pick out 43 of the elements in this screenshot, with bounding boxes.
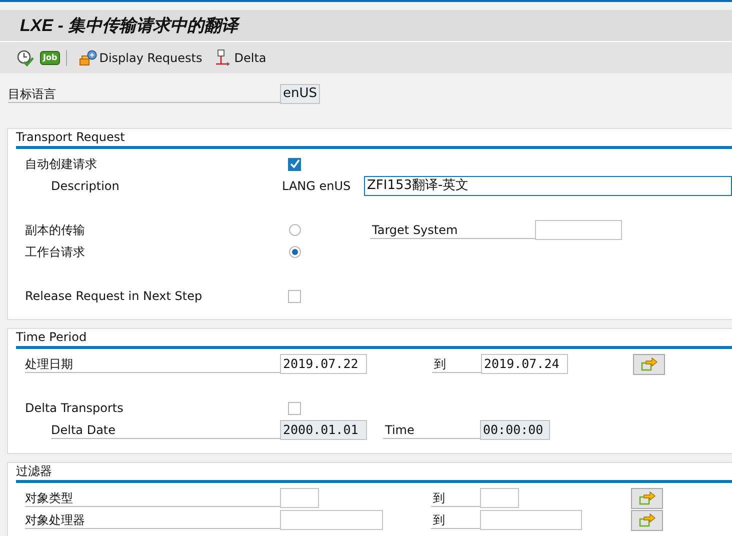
description-prefix: LANG enUS xyxy=(281,179,352,193)
section-title: 过滤器 xyxy=(16,463,732,483)
language-field[interactable]: enUS xyxy=(280,84,320,104)
section-title: Time Period xyxy=(16,329,732,349)
date-from-field[interactable]: 2019.07.22 xyxy=(280,354,367,374)
delta-button[interactable]: Delta xyxy=(212,46,268,68)
date-to-field[interactable]: 2019.07.24 xyxy=(481,354,568,374)
section-title: Transport Request xyxy=(16,129,732,149)
delta-date-field[interactable]: 2000.01.01 xyxy=(280,420,367,440)
arrow-icon xyxy=(640,357,658,371)
checkbox[interactable] xyxy=(288,158,301,170)
from-field[interactable] xyxy=(280,488,319,508)
display-requests-button[interactable]: Display Requests xyxy=(77,46,204,68)
to-field[interactable] xyxy=(480,510,582,530)
to-field[interactable] xyxy=(480,488,519,508)
target-system-field[interactable] xyxy=(535,220,622,240)
diagram-icon xyxy=(214,48,232,66)
window-title: LXE - 集中传输请求中的翻译 xyxy=(20,15,238,37)
checkbox[interactable] xyxy=(288,402,301,414)
field-label: 对象处理器 xyxy=(25,511,280,529)
field-label: 对象类型 xyxy=(25,489,280,507)
multiple-selection-button[interactable] xyxy=(631,510,663,530)
field-label: 目标语言 xyxy=(8,85,280,103)
from-field[interactable] xyxy=(280,510,383,530)
job-button[interactable]: Job xyxy=(40,50,60,64)
radio-button[interactable] xyxy=(289,224,301,236)
field-label: Description xyxy=(51,178,120,195)
radio-label: 工作台请求 xyxy=(25,244,86,261)
field-label: Delta Transports xyxy=(25,400,124,417)
field-label: 自动创建请求 xyxy=(25,156,98,173)
multiple-selection-button[interactable] xyxy=(633,354,665,374)
radio-label: 副本的传输 xyxy=(25,222,86,239)
folder-globe-icon xyxy=(79,50,98,66)
arrow-icon xyxy=(638,491,656,505)
field-label: Delta Date xyxy=(51,421,280,439)
checkbox[interactable] xyxy=(288,290,301,302)
radio-button[interactable] xyxy=(289,246,301,258)
time-field[interactable]: 00:00:00 xyxy=(480,420,550,440)
field-label: 处理日期 xyxy=(25,355,280,373)
multiple-selection-button[interactable] xyxy=(631,488,663,508)
arrow-icon xyxy=(638,513,656,527)
field-label: Release Request in Next Step xyxy=(25,288,204,305)
description-field[interactable]: ZFI153翻译-英文 xyxy=(364,176,732,196)
